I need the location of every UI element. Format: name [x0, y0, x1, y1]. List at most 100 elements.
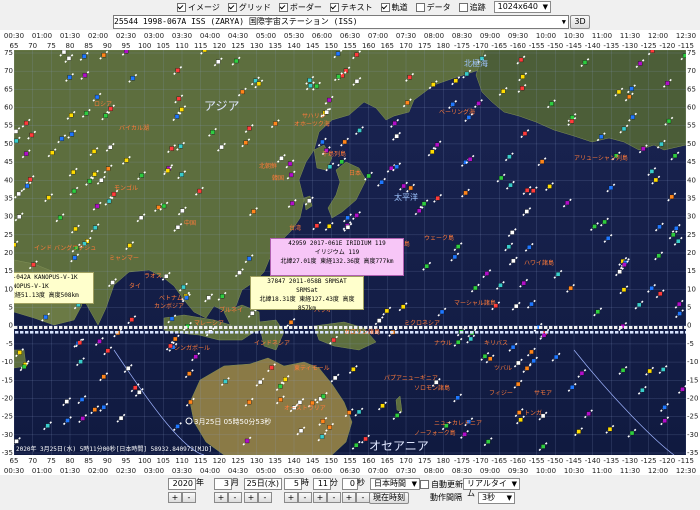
decrement-button[interactable]: -: [356, 492, 370, 503]
lat-tick-label: 5: [9, 304, 13, 312]
time-tick-label: 01:00: [32, 32, 52, 40]
lon-tick-label: 85: [84, 457, 93, 465]
lon-tick-label: 80: [66, 42, 75, 50]
time-tick-label: 09:30: [508, 467, 528, 475]
iss-marker[interactable]: 3月25日 05時50分53秒: [185, 417, 271, 426]
satellite-tooltip: 42959 2017-061E IRIDIUM 119 イリジウム 119 北緯…: [270, 238, 404, 276]
increment-button[interactable]: +: [342, 492, 356, 503]
place-label: ツバル: [494, 365, 512, 372]
lon-tick-label: -155: [529, 457, 545, 465]
checkbox-box[interactable]: [227, 2, 237, 12]
place-label: タイ: [129, 282, 141, 290]
place-label: インドネシア: [254, 340, 290, 347]
place-label: ミャンマー: [109, 255, 139, 262]
interval-select[interactable]: 3秒 ▼: [478, 492, 515, 504]
bottom-scale: 00:30 01:00 01:30 02:00 02:30 03:00 03:30 04:00…: [0, 455, 700, 475]
place-label: ウェーク島: [424, 234, 454, 242]
layer-checkbox[interactable]: グリッド: [227, 2, 271, 13]
satellite-select[interactable]: 25544 1998-067A ISS (ZARYA) 国際宇宙ステーション (…: [113, 15, 569, 29]
increment-button[interactable]: +: [284, 492, 298, 503]
checkbox-box[interactable]: [380, 2, 390, 12]
lon-tick-label: -155: [529, 42, 545, 50]
world-map[interactable]: アジア オセアニア 北極海 太平洋 オホーツク海 ベーリング海 ロシア バイカル湖 千島列島 サハ…: [14, 50, 686, 455]
checkbox-box[interactable]: [415, 2, 425, 12]
increment-button[interactable]: +: [244, 492, 258, 503]
second-field[interactable]: 0: [342, 478, 358, 490]
increment-button[interactable]: +: [168, 492, 182, 503]
decrement-button[interactable]: -: [298, 492, 312, 503]
time-tick-label: 02:00: [88, 32, 108, 40]
layer-checkbox[interactable]: 追跡: [458, 2, 486, 13]
layer-checkbox[interactable]: テキスト: [329, 2, 373, 13]
month-field[interactable]: 3: [214, 478, 232, 490]
place-label: インド: [34, 245, 52, 252]
time-tick-label: 03:00: [144, 467, 164, 475]
checkbox-box[interactable]: [458, 2, 468, 12]
place-label: ノーフォーク島: [414, 429, 456, 437]
time-tick-label: 09:00: [480, 467, 500, 475]
checkbox-box[interactable]: [278, 2, 288, 12]
checkbox-box[interactable]: [177, 2, 186, 12]
layer-checkbox[interactable]: ボーダー: [278, 2, 322, 13]
lat-tick-label: 40: [4, 176, 13, 184]
lon-tick-label: -120: [659, 457, 675, 465]
checkbox-box[interactable]: [329, 2, 339, 12]
lon-tick-label: -145: [566, 457, 582, 465]
time-tick-label: 04:00: [200, 467, 220, 475]
lat-tick-label: 5: [687, 304, 691, 312]
lon-tick-label: 105: [157, 457, 170, 465]
checkbox-label: テキスト: [340, 2, 373, 12]
place-label: 中国: [184, 219, 196, 227]
region-label: アジア: [204, 99, 240, 113]
lat-tick-label: -20: [2, 394, 13, 402]
timezone-select[interactable]: 日本時間 ▼: [370, 478, 420, 490]
layer-checkbox[interactable]: イメージ: [177, 2, 220, 13]
decrement-button[interactable]: -: [182, 492, 196, 503]
day-field[interactable]: 25日(水): [244, 478, 282, 490]
mode-select[interactable]: リアルタイム ▼: [463, 478, 520, 498]
checkbox-box[interactable]: [420, 480, 429, 489]
year-field[interactable]: 2020: [168, 478, 196, 490]
lat-tick-label: -10: [687, 358, 698, 366]
time-tick-label: 01:30: [60, 467, 80, 475]
time-tick-label: 09:00: [480, 32, 500, 40]
lat-tick-label: 10: [4, 285, 13, 293]
lon-tick-label: -165: [491, 42, 507, 50]
lat-tick-label: 15: [687, 267, 696, 275]
time-controls: 2020 年 3 月 25日(水) 5 時 11 分 0 秒 日本時間 ▼ 自動更…: [0, 475, 700, 510]
lon-tick-label: 125: [231, 457, 244, 465]
decrement-button[interactable]: -: [258, 492, 272, 503]
tooltip-line: 東経51.13度 高度508km: [14, 292, 79, 299]
place-label: ニューカレドニア: [434, 420, 482, 427]
3d-button[interactable]: 3D: [570, 15, 590, 29]
increment-button[interactable]: +: [313, 492, 327, 503]
time-tick-label: 07:00: [368, 467, 388, 475]
place-label: カロリン諸島: [344, 328, 380, 336]
place-label: 韓国: [272, 174, 284, 182]
increment-button[interactable]: +: [214, 492, 228, 503]
time-tick-label: 05:00: [256, 467, 276, 475]
place-label: ラオス: [144, 273, 162, 280]
layer-checkbox[interactable]: データ: [415, 2, 451, 13]
time-tick-label: 12:00: [648, 32, 668, 40]
lat-tick-label: 60: [687, 104, 696, 112]
decrement-button[interactable]: -: [228, 492, 242, 503]
lon-tick-label: 145: [306, 457, 319, 465]
minute-field[interactable]: 11: [313, 478, 331, 490]
lon-tick-label: -120: [659, 42, 675, 50]
place-label: アリューシャン列島: [574, 154, 628, 162]
decrement-button[interactable]: -: [327, 492, 341, 503]
auto-update-checkbox[interactable]: 自動更新: [420, 479, 463, 490]
tooltip-line: ANOPUS-V-1K: [14, 283, 49, 290]
layer-checkboxes: イメージ グリッド ボーダー テキスト 軌道 データ 追跡: [177, 2, 494, 13]
time-tick-label: 12:30: [676, 32, 696, 40]
minute-unit: 分: [330, 478, 338, 487]
now-button[interactable]: 現在時刻: [369, 492, 409, 504]
tooltip-line: 37847 2011-058B SRMSAT: [267, 278, 347, 285]
lat-tick-label: 35: [4, 194, 13, 202]
size-select[interactable]: 1024x640 ▼: [493, 1, 551, 13]
time-tick-label: 11:30: [620, 32, 640, 40]
layer-checkbox[interactable]: 軌道: [380, 2, 408, 13]
place-label: バングラデシュ: [54, 244, 96, 252]
hour-field[interactable]: 5: [284, 478, 302, 490]
